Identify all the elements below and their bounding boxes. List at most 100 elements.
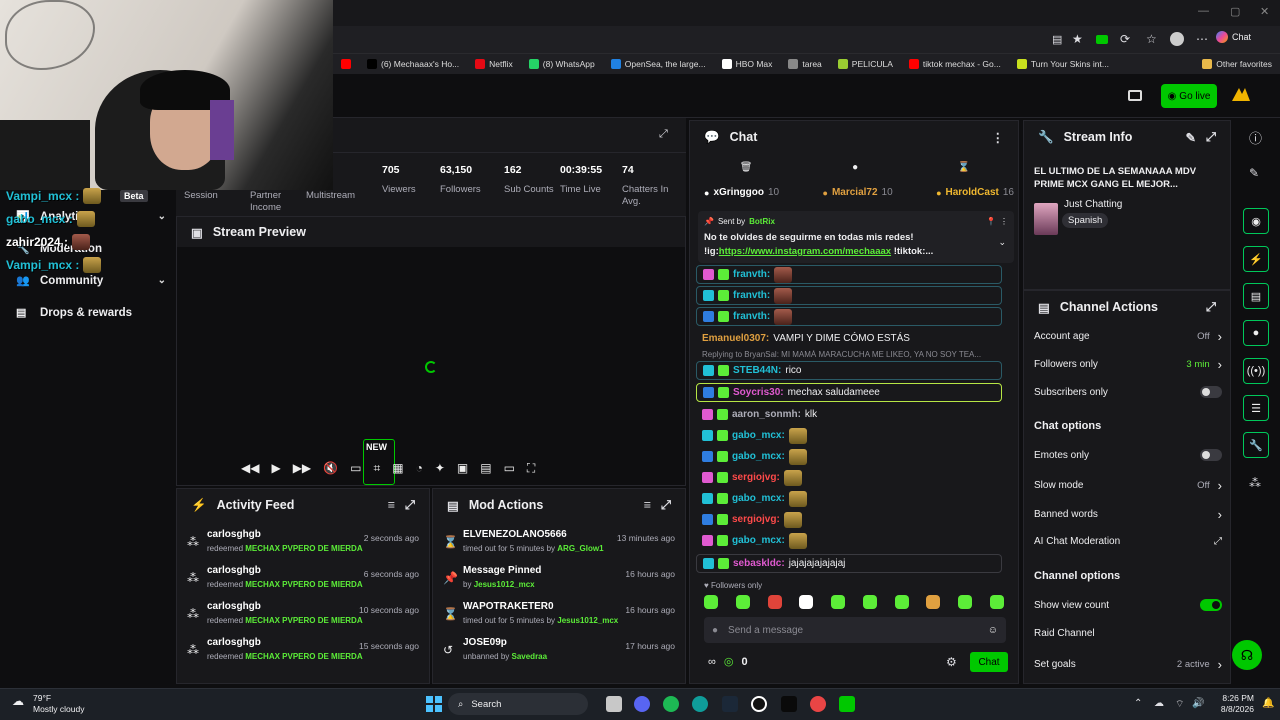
taskbar-search[interactable]: ⌕ Search [448, 693, 588, 715]
volume-icon[interactable]: 🔊 [1192, 698, 1204, 709]
weather-widget[interactable]: 79°F Mostly cloudy [33, 693, 85, 715]
rail-list-button[interactable]: ☰ [1243, 395, 1269, 421]
toggle-switch[interactable] [1200, 386, 1222, 398]
chat-username[interactable]: STEB44N: [733, 365, 781, 376]
discord-icon[interactable] [634, 696, 650, 712]
filter-icon[interactable]: ≡ [644, 498, 651, 512]
popout-icon[interactable]: ⤢ [659, 128, 668, 141]
channel-action-row[interactable]: Emotes only [1034, 449, 1222, 461]
effects-icon[interactable]: ✦ [435, 461, 445, 476]
edit-icon[interactable]: ✎ [1186, 130, 1196, 145]
infinity-icon[interactable]: ∞ [708, 656, 716, 668]
mod-action-by[interactable]: Jesus1012_mcx [474, 580, 535, 589]
chat-message[interactable]: franvth: [696, 265, 1002, 284]
notification-icon[interactable]: 🔔 [1262, 698, 1274, 709]
bookmark-item[interactable]: PELICULA [830, 59, 901, 69]
channel-action-row[interactable]: Slow mode Off › [1034, 478, 1222, 493]
maximize-icon[interactable]: ▢ [1230, 5, 1240, 18]
chat-send-button[interactable]: Chat [970, 652, 1008, 672]
chat-message[interactable]: STEB44N: rico [696, 361, 1002, 380]
wifi-icon[interactable]: ⌔ [1175, 698, 1184, 711]
chat-message[interactable]: aaron_sonmh: klk [696, 405, 1002, 424]
captions-icon[interactable]: ▭ [504, 461, 515, 476]
bookmark-item[interactable]: (6) Mechaaax's Ho... [359, 59, 467, 69]
fullscreen-icon[interactable]: ⛶ [527, 461, 535, 476]
points-icon[interactable]: ◎ [724, 655, 734, 668]
chat-message[interactable]: gabo_mcx: [696, 531, 1002, 550]
bookmark-item[interactable]: Netflix [467, 59, 521, 69]
chat-username[interactable]: franvth: [733, 290, 770, 301]
bookmark-item[interactable]: tiktok mechax - Go... [901, 59, 1009, 69]
chat-message[interactable]: gabo_mcx: [696, 489, 1002, 508]
chat-message[interactable]: franvth: [696, 286, 1002, 305]
screenshot-icon[interactable]: ▤ [480, 461, 491, 476]
chat-username[interactable]: gabo_mcx: [732, 493, 785, 504]
chat-message[interactable]: sergiojvg: [696, 468, 1002, 487]
chat-input[interactable]: ● Send a message ☺ [704, 617, 1006, 643]
chat-username[interactable]: aaron_sonmh: [732, 409, 801, 420]
bookmark-youtube[interactable] [333, 59, 359, 69]
tray-chevron-icon[interactable]: ⌃ [1134, 698, 1142, 709]
windows-start-icon[interactable] [426, 696, 442, 712]
channel-action-row[interactable]: Show view count [1034, 599, 1222, 611]
activity-row[interactable]: ⁂ carlosghgb redeemed MECHAX PVPERO DE MIE… [177, 637, 429, 672]
spotify-icon[interactable] [663, 696, 679, 712]
steam-icon[interactable] [722, 696, 738, 712]
rewind-icon[interactable]: ◀◀ [241, 461, 259, 476]
chat-username[interactable]: Emanuel0307: [702, 333, 769, 344]
chat-username[interactable]: sebaskldc: [733, 558, 785, 569]
emote-icon[interactable] [767, 595, 782, 609]
rail-broadcast-button[interactable]: ((•)) [1243, 358, 1269, 384]
pip-icon[interactable]: ▣ [457, 461, 468, 476]
forward-icon[interactable]: ▶▶ [293, 461, 311, 476]
emote-icon[interactable] [799, 595, 814, 609]
speed-icon[interactable]: ◔ [416, 461, 423, 476]
chat-message[interactable]: Soycris30: mechax saludameee [696, 383, 1002, 402]
close-window-icon[interactable]: ✕ [1260, 5, 1269, 18]
bookmark-item[interactable]: OpenSea, the large... [603, 59, 714, 69]
chat-message[interactable]: sergiojvg: [696, 510, 1002, 529]
sidebar-item-drops-rewards[interactable]: ▤ Drops & rewards [16, 306, 166, 320]
chat-message[interactable]: gabo_mcx: [696, 447, 1002, 466]
chat-username[interactable]: gabo_mcx: [732, 535, 785, 546]
chat-message[interactable]: Emanuel0307: VAMPI Y DIME CÓMO ESTÁS [696, 329, 1002, 348]
stats-tab[interactable]: Multistream [306, 190, 366, 202]
bookmark-item[interactable]: (8) WhatsApp [521, 59, 603, 69]
activity-row[interactable]: ⁂ carlosghgb redeemed MECHAX PVPERO DE MIE… [177, 565, 429, 600]
popout-icon[interactable]: ⤢ [1206, 130, 1216, 145]
mod-action-by[interactable]: Savedraa [512, 652, 548, 661]
rail-camera-button[interactable]: ◉ [1243, 208, 1269, 234]
cloud-icon[interactable]: ☁ [1154, 698, 1164, 709]
emote-icon[interactable] [894, 595, 909, 609]
more-menu-icon[interactable]: ⋯ [1196, 32, 1208, 46]
apps-icon[interactable]: ⁂ [1249, 476, 1261, 490]
popout-icon[interactable]: ⤢ [1206, 300, 1216, 315]
rail-lightning-button[interactable]: ⚡ [1243, 246, 1269, 272]
toggle-switch[interactable] [1200, 449, 1222, 461]
clock[interactable]: 8:26 PM 8/8/2026 [1206, 693, 1254, 715]
chat-username[interactable]: franvth: [733, 269, 770, 280]
mod-action-row[interactable]: ⌛ ELVENEZOLANO5666 timed out for 5 minutes… [433, 529, 685, 564]
emote-icon[interactable] [989, 595, 1004, 609]
category-label[interactable]: Just Chatting [1064, 199, 1122, 210]
rail-chat-button[interactable]: ● [1243, 320, 1269, 346]
stats-tab[interactable]: Session [184, 190, 244, 202]
rail-document-button[interactable]: ▤ [1243, 283, 1269, 309]
layout-icon[interactable]: ▦ [392, 461, 403, 476]
channel-action-row[interactable]: AI Chat Moderation ⤢ [1034, 536, 1222, 547]
channel-action-row[interactable]: Raid Channel [1034, 628, 1222, 639]
mod-action-row[interactable]: ⌛ WAPOTRAKETER0 timed out for 5 minutes by… [433, 601, 685, 636]
rail-wrench-button[interactable]: 🔧 [1243, 432, 1269, 458]
theatre-mode-icon[interactable] [1128, 90, 1142, 101]
minimize-icon[interactable]: — [1198, 5, 1209, 17]
chat-message[interactable]: sebaskldc: jajajajajajajaj [696, 554, 1002, 573]
popout-icon[interactable]: ⤢ [405, 498, 415, 513]
bookmark-item[interactable]: HBO Max [714, 59, 781, 69]
extension-icon[interactable] [1096, 35, 1108, 44]
mod-action-row[interactable]: 📌 Message Pinned by Jesus1012_mcx 16 hours … [433, 565, 685, 600]
chat-username[interactable]: gabo_mcx: [732, 430, 785, 441]
emote-icon[interactable] [926, 595, 941, 609]
chat-settings-icon[interactable]: ⚙ [946, 655, 957, 669]
pencil-icon[interactable]: ✎ [1249, 166, 1259, 180]
bookmark-item[interactable]: tarea [780, 59, 829, 69]
